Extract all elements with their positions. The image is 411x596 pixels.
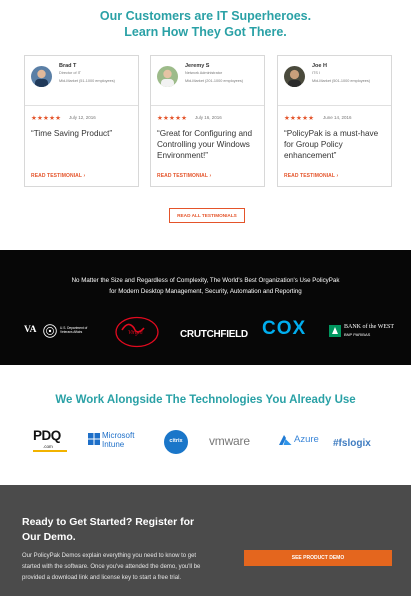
vmware-logo: vmware: [209, 432, 250, 450]
avatar: [31, 66, 52, 87]
citrix-logo-text: citrix: [169, 438, 183, 444]
bank-logo-line-1: BANK of the WEST: [344, 324, 395, 330]
headline-line-1: Our Customers are IT Superheroes.: [99, 9, 312, 23]
reviewer-company: Mid-Market (51-1000 employees): [59, 79, 115, 83]
va-logo-subtitle: U.S. Department of Veterans Affairs: [60, 326, 88, 334]
cta-body: Our PolicyPak Demos explain everything y…: [22, 553, 201, 581]
rating-stars: ★★★★★: [157, 115, 188, 122]
fslogix-logo-text: #fslogix: [333, 438, 371, 449]
va-logo: VA U.S. Department of Veterans Affairs: [24, 323, 102, 339]
testimonial-card-header: Jeremy S Network Administrator Mid-Marke…: [151, 56, 264, 106]
headline-line-2: Learn How They Got There.: [124, 25, 287, 39]
technologies-section: [0, 365, 411, 485]
testimonials-headline: Our Customers are IT Superheroes. Learn …: [0, 8, 411, 40]
testimonial-quote: “Great for Configuring and Controlling y…: [157, 129, 253, 160]
va-seal-icon: [43, 324, 57, 338]
azure-logo: Azure: [278, 434, 328, 448]
customers-section: [0, 250, 411, 365]
review-date: June 14, 2016: [323, 115, 352, 120]
cox-logo: COX: [262, 318, 306, 340]
va-logo-text: VA: [24, 325, 37, 335]
bank-of-the-west-logo: BANK of the WEST BNP PARIBAS: [329, 324, 399, 340]
pdq-logo-underline: [33, 450, 67, 452]
vmware-logo-text: vmware: [209, 434, 250, 448]
rating-stars: ★★★★★: [31, 115, 62, 122]
virgin-logo-text: Virgin: [128, 330, 143, 336]
testimonial-card: Brad T Director of IT Mid-Market (51-100…: [24, 55, 139, 187]
avatar: [157, 66, 178, 87]
customers-statement: No Matter the Size and Regardless of Com…: [0, 275, 411, 297]
reviewer-name: Brad T: [59, 63, 77, 69]
cox-logo-text: COX: [262, 318, 307, 339]
testimonial-quote: “PolicyPak is a must-have for Group Poli…: [284, 129, 379, 160]
cta-title: Ready to Get Started? Register for Our D…: [22, 516, 195, 543]
virgin-logo: Virgin: [114, 316, 160, 348]
reviewer-company: Mid-Market (201-1000 employees): [185, 79, 244, 83]
testimonial-card: Joe H ITS I Mid-Market (501-1000 employe…: [277, 55, 392, 187]
review-date: July 12, 2016: [69, 115, 96, 120]
azure-icon: [279, 435, 292, 445]
reviewer-company: Mid-Market (501-1000 employees): [312, 79, 371, 83]
rating-stars: ★★★★★: [284, 115, 315, 122]
reviewer-title: ITS I: [312, 71, 321, 75]
reviewer-name: Joe H: [312, 63, 327, 69]
testimonial-card-header: Joe H ITS I Mid-Market (501-1000 employe…: [278, 56, 391, 106]
read-testimonial-link[interactable]: READ TESTIMONIAL ›: [284, 173, 338, 179]
fslogix-logo: #fslogix: [333, 433, 371, 451]
reviewer-title: Director of IT: [59, 71, 81, 75]
pdq-logo: PDQ .com: [33, 428, 71, 454]
testimonial-card: Jeremy S Network Administrator Mid-Marke…: [150, 55, 265, 187]
microsoft-windows-icon: [88, 433, 100, 445]
reviewer-title: Network Administrator: [185, 71, 223, 75]
read-testimonial-link[interactable]: READ TESTIMONIAL ›: [157, 173, 211, 179]
avatar: [284, 66, 305, 87]
see-product-demo-button[interactable]: SEE PRODUCT DEMO: [244, 550, 392, 566]
microsoft-intune-logo: Microsoft Intune: [88, 431, 144, 453]
testimonial-card-header: Brad T Director of IT Mid-Market (51-100…: [25, 56, 138, 106]
bank-logo-line-2: BNP PARIBAS: [344, 332, 371, 337]
customers-statement-line-2: for Modern Desktop Management, Security,…: [109, 288, 302, 295]
review-date: July 16, 2016: [195, 115, 222, 120]
technologies-title: We Work Alongside The Technologies You A…: [55, 394, 356, 406]
pdq-logo-text: PDQ: [33, 428, 61, 443]
bnp-star-icon: [329, 325, 341, 337]
pdq-logo-subtext: .com: [43, 444, 53, 449]
citrix-logo: citrix: [164, 430, 188, 454]
intune-logo-line-2: Intune: [102, 440, 125, 449]
read-all-testimonials-button[interactable]: READ ALL TESTIMONIALS: [169, 208, 245, 223]
testimonial-quote: “Time Saving Product”: [31, 129, 113, 138]
crutchfield-logo-text: CRUTCHFIELD: [180, 329, 248, 340]
azure-logo-text: Azure: [294, 434, 319, 445]
reviewer-name: Jeremy S: [185, 63, 210, 69]
intune-logo-line-1: Microsoft: [102, 431, 135, 440]
read-testimonial-link[interactable]: READ TESTIMONIAL ›: [31, 173, 85, 179]
crutchfield-logo: CRUTCHFIELD: [180, 324, 248, 342]
customers-statement-line-1: No Matter the Size and Regardless of Com…: [71, 277, 340, 284]
